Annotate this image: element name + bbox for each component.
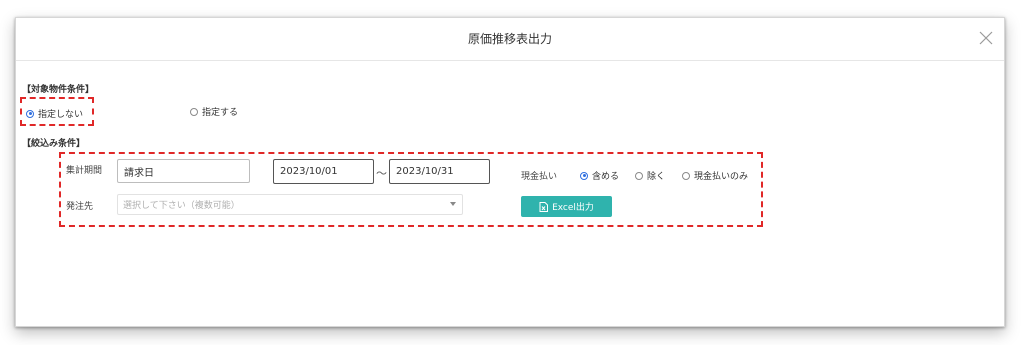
radio-specified[interactable]: 指定する xyxy=(190,105,238,118)
radio-dot xyxy=(682,171,690,180)
excel-button-label: Excel出力 xyxy=(552,203,594,213)
radio-cash-include[interactable]: 含める xyxy=(580,169,619,182)
radio-dot-checked xyxy=(26,109,34,118)
target-section-label: 【対象物件条件】 xyxy=(22,85,95,95)
radio-dot-checked xyxy=(580,171,588,180)
radio-not-specified[interactable]: 指定しない xyxy=(26,107,83,120)
radio-dot xyxy=(635,171,643,180)
radio-cash-only[interactable]: 現金払いのみ xyxy=(682,169,748,182)
dialog-header: 原価推移表出力 xyxy=(16,18,1004,61)
radio-dot xyxy=(190,107,198,116)
vendor-select[interactable]: 選択して下さい（複数可能） xyxy=(117,194,463,215)
filter-section-label: 【絞込み条件】 xyxy=(22,139,86,149)
excel-export-button[interactable]: Excel出力 xyxy=(521,196,612,217)
radio-label: 含める xyxy=(592,172,620,182)
radio-label: 除く xyxy=(647,172,666,182)
excel-file-icon xyxy=(539,201,549,212)
close-icon[interactable] xyxy=(978,30,994,46)
period-label: 集計期間 xyxy=(66,166,103,176)
radio-label: 現金払いのみ xyxy=(694,172,749,182)
date-separator: ～ xyxy=(376,167,387,180)
date-to-input[interactable]: 2023/10/31 xyxy=(389,159,490,184)
export-dialog: 原価推移表出力 【対象物件条件】 指定しない 指定する 【絞込み条件】 集計期間… xyxy=(15,17,1005,327)
radio-label: 指定しない xyxy=(38,110,84,120)
radio-label: 指定する xyxy=(202,108,239,118)
dialog-title: 原価推移表出力 xyxy=(467,32,552,46)
radio-cash-exclude[interactable]: 除く xyxy=(635,169,665,182)
period-type-input[interactable]: 請求日 xyxy=(117,159,250,183)
date-from-input[interactable]: 2023/10/01 xyxy=(273,159,374,184)
cash-payment-label: 現金払い xyxy=(521,172,558,182)
vendor-placeholder: 選択して下さい（複数可能） xyxy=(123,201,240,211)
vendor-label: 発注先 xyxy=(66,202,94,212)
chevron-down-icon xyxy=(450,202,456,206)
